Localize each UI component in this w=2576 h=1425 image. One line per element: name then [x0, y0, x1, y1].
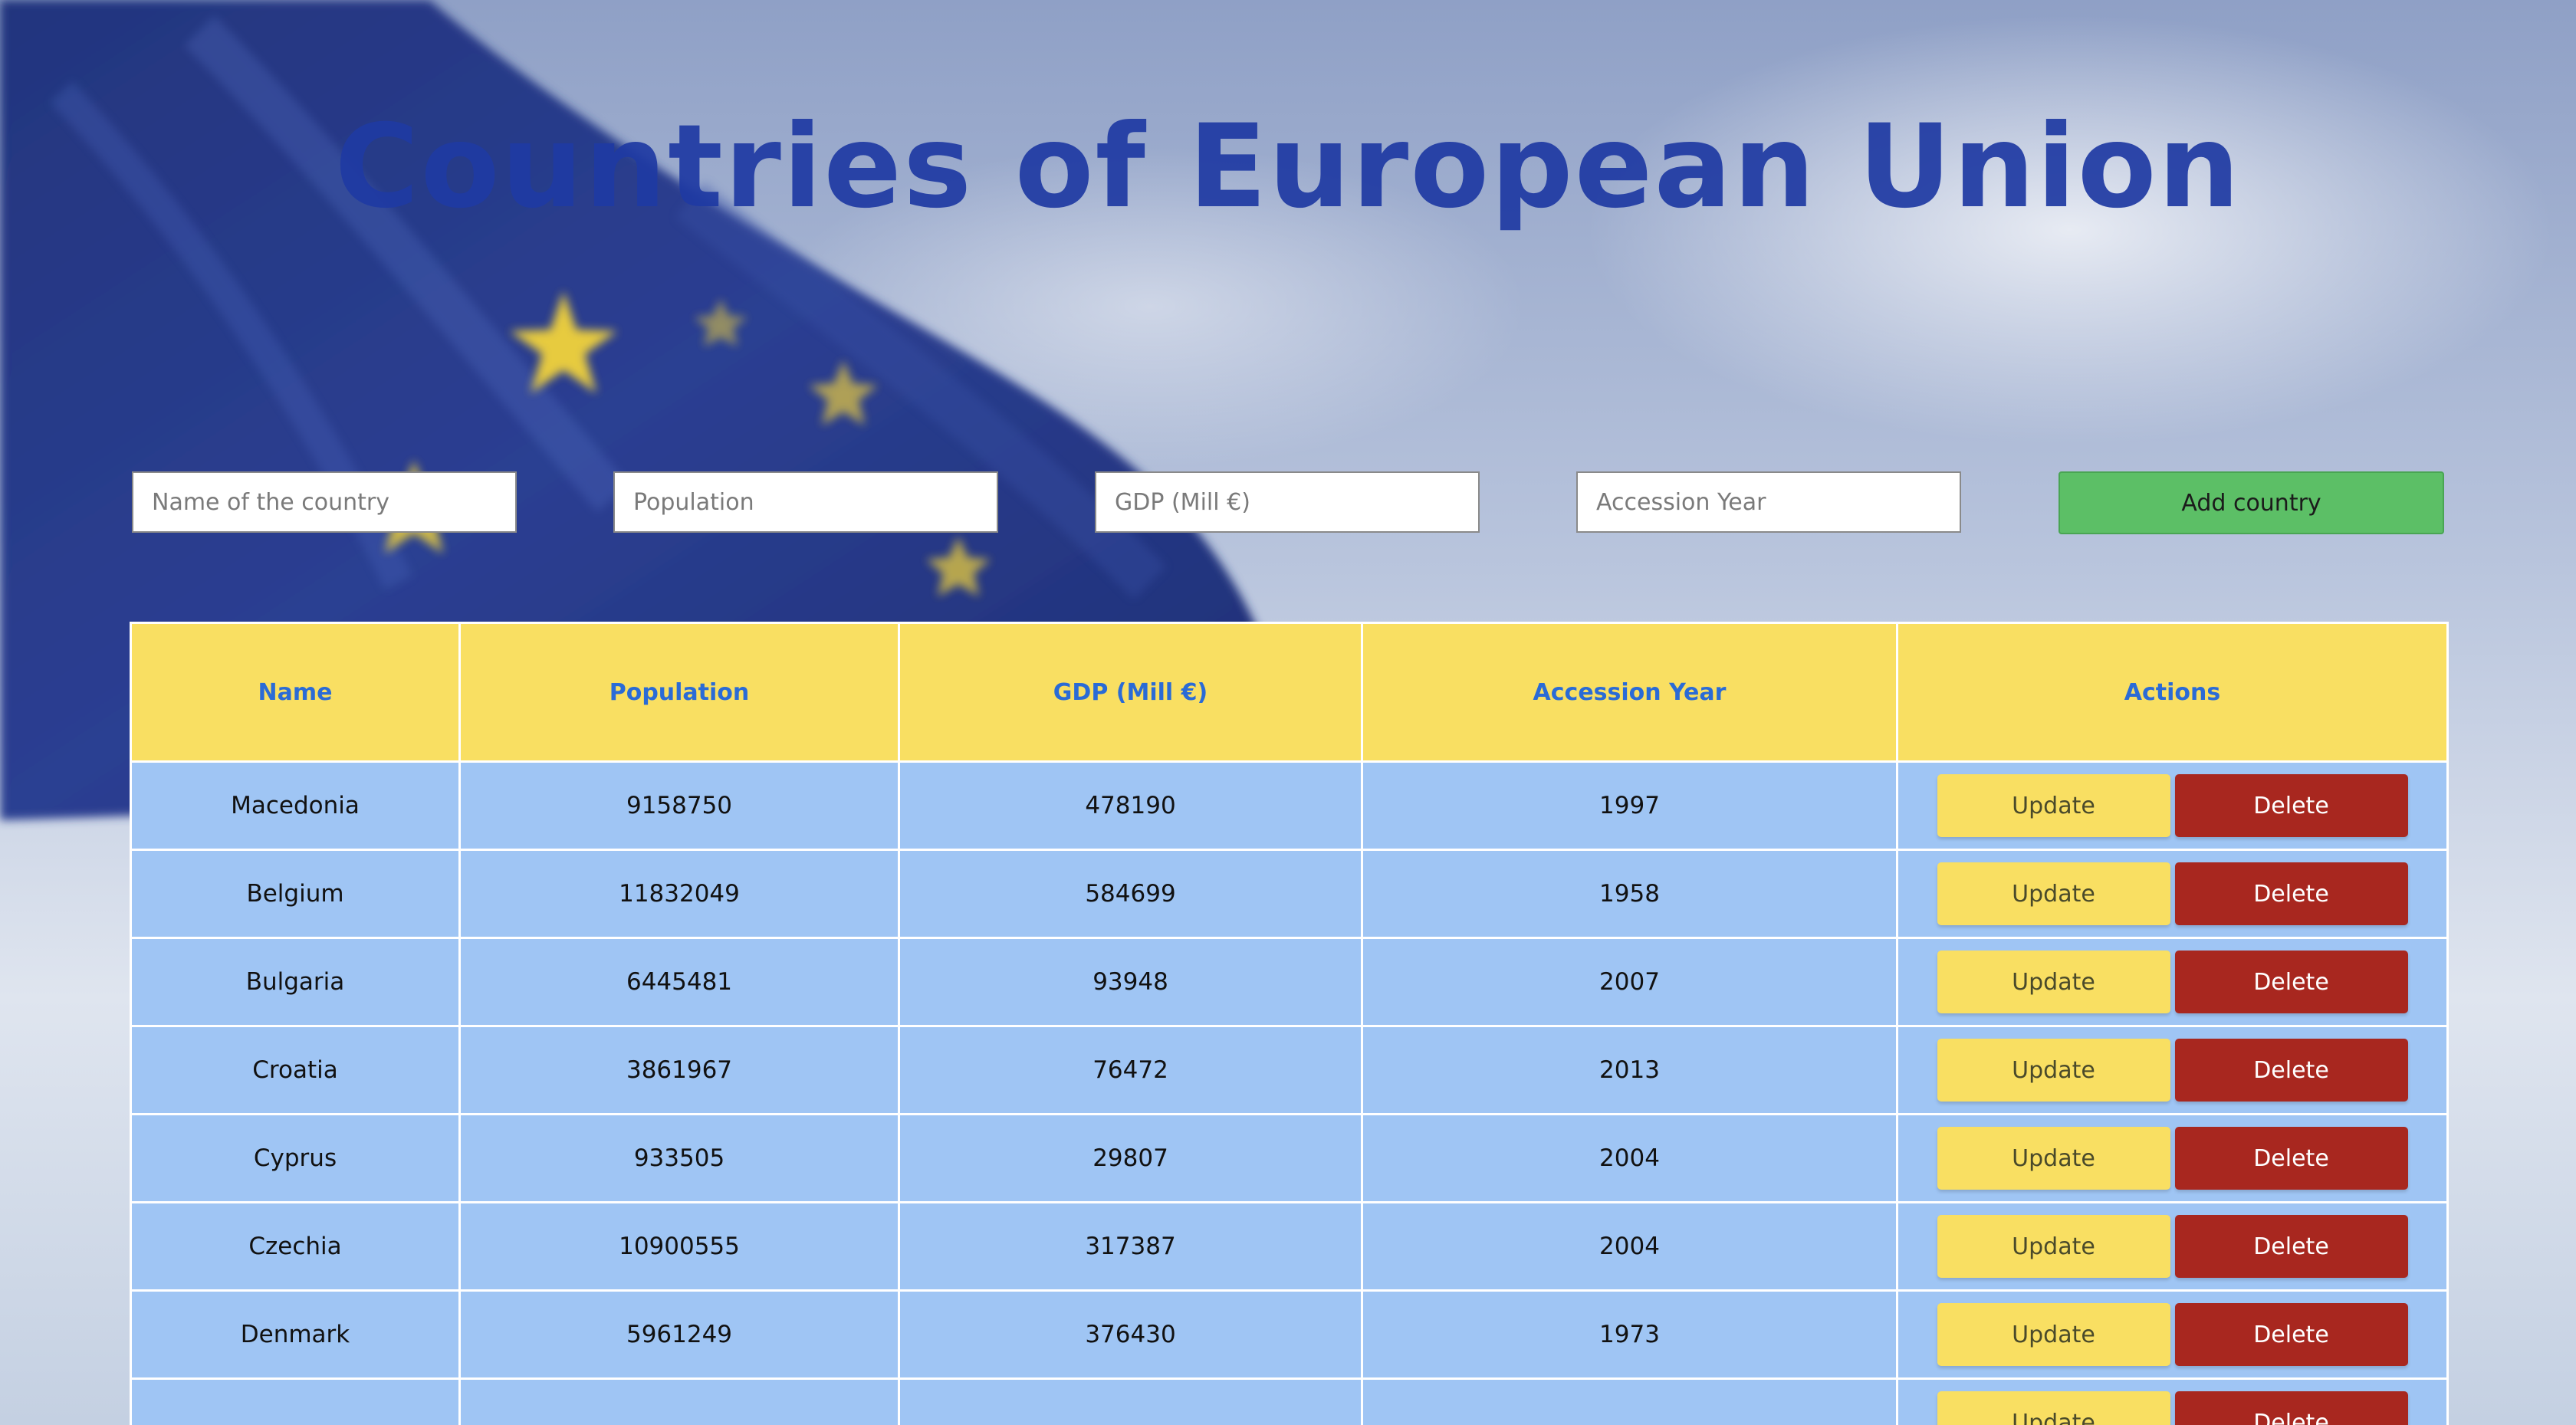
cell-name	[130, 1377, 461, 1425]
cell-population: 933505	[458, 1113, 900, 1203]
cell-actions: Update Delete	[1896, 1201, 2449, 1292]
delete-button[interactable]: Delete	[2174, 1215, 2408, 1278]
cell-gdp: 317387	[898, 1201, 1363, 1292]
update-button[interactable]: Update	[1937, 1215, 2170, 1278]
delete-button[interactable]: Delete	[2174, 1039, 2408, 1102]
cell-population: 9158750	[458, 760, 900, 851]
table-row: Belgium 11832049 584699 1958 Update Delet…	[130, 849, 2449, 939]
cell-name: Macedonia	[130, 760, 461, 851]
column-header-name[interactable]: Name	[130, 622, 461, 763]
cell-year: 2007	[1361, 937, 1898, 1027]
cell-population: 10900555	[458, 1201, 900, 1292]
delete-button[interactable]: Delete	[2174, 1391, 2408, 1425]
cell-name: Denmark	[130, 1289, 461, 1380]
cell-year: 1973	[1361, 1289, 1898, 1380]
cell-actions: Update Delete	[1896, 760, 2449, 851]
column-header-actions: Actions	[1896, 622, 2449, 763]
cell-population	[458, 1377, 900, 1425]
table-row: Croatia 3861967 76472 2013 Update Delete	[130, 1025, 2449, 1115]
cell-population: 11832049	[458, 849, 900, 939]
cell-gdp: 584699	[898, 849, 1363, 939]
cell-year: 2004	[1361, 1201, 1898, 1292]
cell-actions: Update Delete	[1896, 1025, 2449, 1115]
column-header-gdp[interactable]: GDP (Mill €)	[898, 622, 1363, 763]
cell-actions: Update Delete	[1896, 849, 2449, 939]
cell-actions: Update Delete	[1896, 1113, 2449, 1203]
delete-button[interactable]: Delete	[2174, 1303, 2408, 1366]
cell-name: Belgium	[130, 849, 461, 939]
cell-population: 3861967	[458, 1025, 900, 1115]
add-country-button[interactable]: Add country	[2058, 471, 2444, 534]
cell-name: Czechia	[130, 1201, 461, 1292]
cell-gdp: 376430	[898, 1289, 1363, 1380]
table-row: Denmark 5961249 376430 1973 Update Delete	[130, 1289, 2449, 1380]
cell-name: Croatia	[130, 1025, 461, 1115]
cell-year: 2013	[1361, 1025, 1898, 1115]
delete-button[interactable]: Delete	[2174, 774, 2408, 837]
table-row: Bulgaria 6445481 93948 2007 Update Delete	[130, 937, 2449, 1027]
table-row: Cyprus 933505 29807 2004 Update Delete	[130, 1113, 2449, 1203]
gdp-input[interactable]	[1095, 471, 1480, 533]
column-header-accession-year[interactable]: Accession Year	[1361, 622, 1898, 763]
update-button[interactable]: Update	[1937, 951, 2170, 1013]
accession-year-input[interactable]	[1576, 471, 1961, 533]
page-title: Countries of European Union	[334, 100, 2242, 234]
table-row: Macedonia 9158750 478190 1997 Update Dele…	[130, 760, 2449, 851]
population-input[interactable]	[613, 471, 998, 533]
table-header-row: Name Population GDP (Mill €) Accession Y…	[130, 622, 2449, 763]
cell-year: 2004	[1361, 1113, 1898, 1203]
delete-button[interactable]: Delete	[2174, 862, 2408, 925]
cell-actions: Update Delete	[1896, 1289, 2449, 1380]
cell-year	[1361, 1377, 1898, 1425]
update-button[interactable]: Update	[1937, 1303, 2170, 1366]
cell-gdp: 29807	[898, 1113, 1363, 1203]
column-header-population[interactable]: Population	[458, 622, 900, 763]
cell-actions: Update Delete	[1896, 937, 2449, 1027]
cell-actions: Update Delete	[1896, 1377, 2449, 1425]
update-button[interactable]: Update	[1937, 1127, 2170, 1190]
table-row: Update Delete	[130, 1377, 2449, 1425]
countries-table-container: Name Population GDP (Mill €) Accession Y…	[130, 622, 2449, 1425]
cell-name: Cyprus	[130, 1113, 461, 1203]
cell-gdp: 76472	[898, 1025, 1363, 1115]
cell-name: Bulgaria	[130, 937, 461, 1027]
cell-year: 1958	[1361, 849, 1898, 939]
cell-gdp: 93948	[898, 937, 1363, 1027]
country-name-input[interactable]	[132, 471, 517, 533]
update-button[interactable]: Update	[1937, 1391, 2170, 1425]
update-button[interactable]: Update	[1937, 862, 2170, 925]
cell-population: 5961249	[458, 1289, 900, 1380]
cell-gdp	[898, 1377, 1363, 1425]
cell-gdp: 478190	[898, 760, 1363, 851]
cell-year: 1997	[1361, 760, 1898, 851]
update-button[interactable]: Update	[1937, 774, 2170, 837]
table-row: Czechia 10900555 317387 2004 Update Delet…	[130, 1201, 2449, 1292]
add-country-form: Add country	[0, 471, 2576, 536]
update-button[interactable]: Update	[1937, 1039, 2170, 1102]
delete-button[interactable]: Delete	[2174, 1127, 2408, 1190]
delete-button[interactable]: Delete	[2174, 951, 2408, 1013]
cell-population: 6445481	[458, 937, 900, 1027]
countries-table: Name Population GDP (Mill €) Accession Y…	[130, 622, 2449, 1425]
